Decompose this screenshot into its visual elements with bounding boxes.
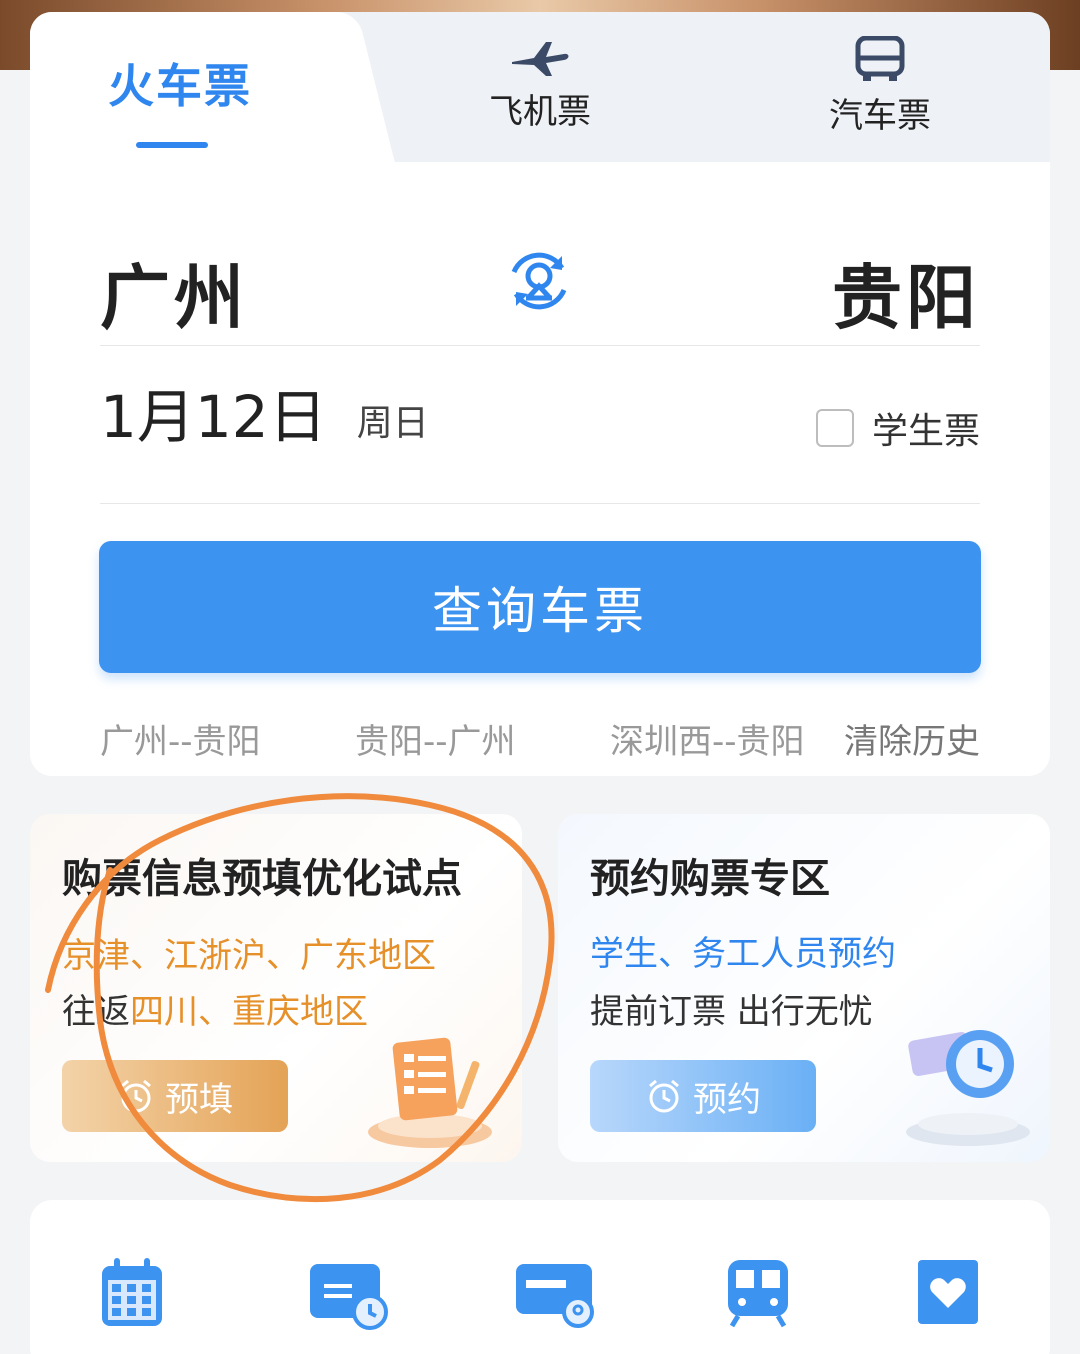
arrival-city[interactable]: 贵阳 <box>832 242 980 343</box>
tab-flight-ticket[interactable]: 飞机票 <box>470 38 610 133</box>
history-item[interactable]: 深圳西--贵阳 <box>610 714 820 763</box>
card-icon[interactable] <box>514 1258 598 1330</box>
reserve-button-label: 预约 <box>693 1079 761 1120</box>
departure-date[interactable]: 1月12日 周日 <box>100 383 429 454</box>
history-item[interactable]: 广州--贵阳 <box>100 714 330 763</box>
student-ticket-label: 学生票 <box>871 411 980 452</box>
prefill-regions-line: 京津、江浙沪、广东地区 <box>62 936 436 976</box>
prefill-button-label: 预填 <box>165 1079 233 1120</box>
calendar-icon[interactable] <box>100 1258 164 1328</box>
clock-illustration <box>906 1030 1030 1146</box>
tab-active-indicator <box>136 142 208 148</box>
prefill-pilot-card[interactable]: 购票信息预填优化试点 京津、江浙沪、广东地区 往返四川、重庆地区 预填 <box>30 814 522 1162</box>
departure-city[interactable]: 广州 <box>100 242 248 343</box>
reservation-slogan-line: 提前订票 出行无忧 <box>590 992 873 1032</box>
clear-history-link[interactable]: 清除历史 <box>844 714 980 763</box>
prefill-destination-line: 往返四川、重庆地区 <box>62 992 368 1032</box>
date-value: 1月12日 <box>100 383 327 451</box>
favorite-icon[interactable] <box>916 1258 980 1328</box>
reserve-button[interactable]: 预约 <box>590 1060 816 1132</box>
reservation-zone-card[interactable]: 预约购票专区 学生、务工人员预约 提前订票 出行无忧 预约 <box>558 814 1050 1162</box>
swap-icon <box>511 252 567 310</box>
divider <box>100 503 980 504</box>
divider <box>100 345 980 346</box>
checklist-illustration <box>368 1037 492 1148</box>
student-ticket-toggle[interactable]: 学生票 <box>815 402 980 454</box>
prefill-card-title: 购票信息预填优化试点 <box>62 856 462 902</box>
transfer-ticket-icon[interactable] <box>308 1258 392 1330</box>
quick-services-card <box>30 1200 1050 1354</box>
alarm-clock-icon <box>649 1079 679 1113</box>
swap-cities-button[interactable] <box>500 242 578 320</box>
train-icon[interactable] <box>726 1258 790 1328</box>
tab-flight-label: 飞机票 <box>489 92 591 132</box>
search-tickets-button[interactable]: 查询车票 <box>99 541 981 673</box>
ticket-search-card: 火车票 飞机票 汽车票 广州 贵阳 1月12日 周日 学生票 查询车票 广州--… <box>30 12 1050 776</box>
history-item[interactable]: 贵阳--广州 <box>355 714 585 763</box>
tab-bus-ticket[interactable]: 汽车票 <box>810 36 950 137</box>
reservation-audience-line: 学生、务工人员预约 <box>590 934 896 974</box>
tab-bus-label: 汽车票 <box>829 96 931 136</box>
tab-train-ticket[interactable]: 火车票 <box>90 50 270 116</box>
search-form: 广州 贵阳 1月12日 周日 学生票 查询车票 广州--贵阳 贵阳--广州 深圳… <box>30 162 1050 776</box>
bus-icon <box>855 36 905 81</box>
plane-icon <box>512 42 569 76</box>
date-weekday: 周日 <box>356 403 429 444</box>
reservation-card-title: 预约购票专区 <box>590 856 830 902</box>
tab-train-label: 火车票 <box>108 59 252 113</box>
prefill-button[interactable]: 预填 <box>62 1060 288 1132</box>
student-ticket-checkbox[interactable] <box>815 409 854 447</box>
alarm-clock-icon <box>121 1079 151 1113</box>
